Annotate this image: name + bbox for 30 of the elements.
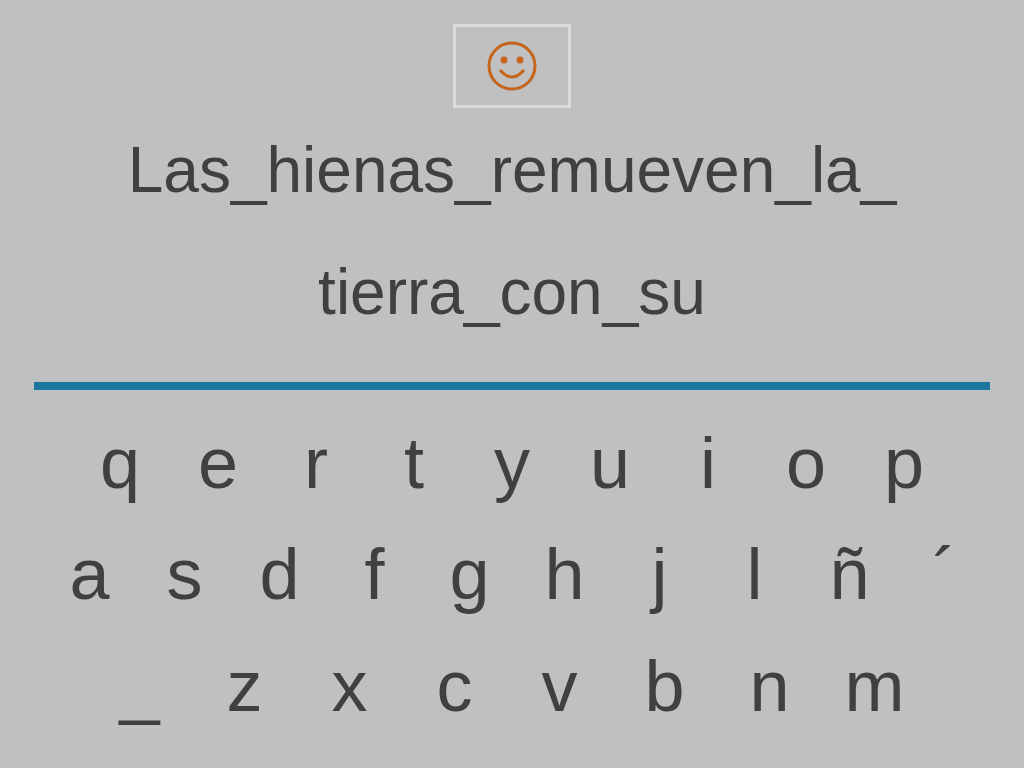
letter-key[interactable]: v xyxy=(507,646,612,726)
letter-key[interactable]: d xyxy=(232,534,327,614)
letter-key[interactable]: f xyxy=(327,534,422,614)
letter-key[interactable]: b xyxy=(612,646,717,726)
letter-key[interactable]: n xyxy=(717,646,822,726)
letter-key[interactable]: j xyxy=(612,534,707,614)
smiley-icon xyxy=(486,40,538,92)
letter-key[interactable]: t xyxy=(365,423,463,503)
letter-key[interactable]: s xyxy=(137,534,232,614)
letter-key[interactable]: i xyxy=(659,423,757,503)
letter-key[interactable]: o xyxy=(757,423,855,503)
letter-key[interactable]: r xyxy=(267,423,365,503)
letter-key[interactable]: x xyxy=(297,646,402,726)
sentence-text: tierra_con_su xyxy=(318,255,706,330)
letter-key[interactable]: u xyxy=(561,423,659,503)
letter-key[interactable]: c xyxy=(402,646,507,726)
letter-key[interactable]: p xyxy=(855,423,953,503)
letter-key[interactable]: _ xyxy=(87,646,192,726)
sentence-text: Las_hienas_remueven_la_ xyxy=(127,133,897,208)
letter-key[interactable]: g xyxy=(422,534,517,614)
letter-key[interactable]: q xyxy=(71,423,169,503)
letter-key[interactable]: y xyxy=(463,423,561,503)
letter-key[interactable]: h xyxy=(517,534,612,614)
letter-key[interactable]: a xyxy=(42,534,137,614)
letter-key[interactable]: e xyxy=(169,423,267,503)
letter-key[interactable]: ´ xyxy=(897,534,992,614)
letter-key[interactable]: m xyxy=(822,646,927,726)
letter-key[interactable]: z xyxy=(192,646,297,726)
letter-key[interactable]: l xyxy=(707,534,802,614)
letter-key[interactable]: ñ xyxy=(802,534,897,614)
